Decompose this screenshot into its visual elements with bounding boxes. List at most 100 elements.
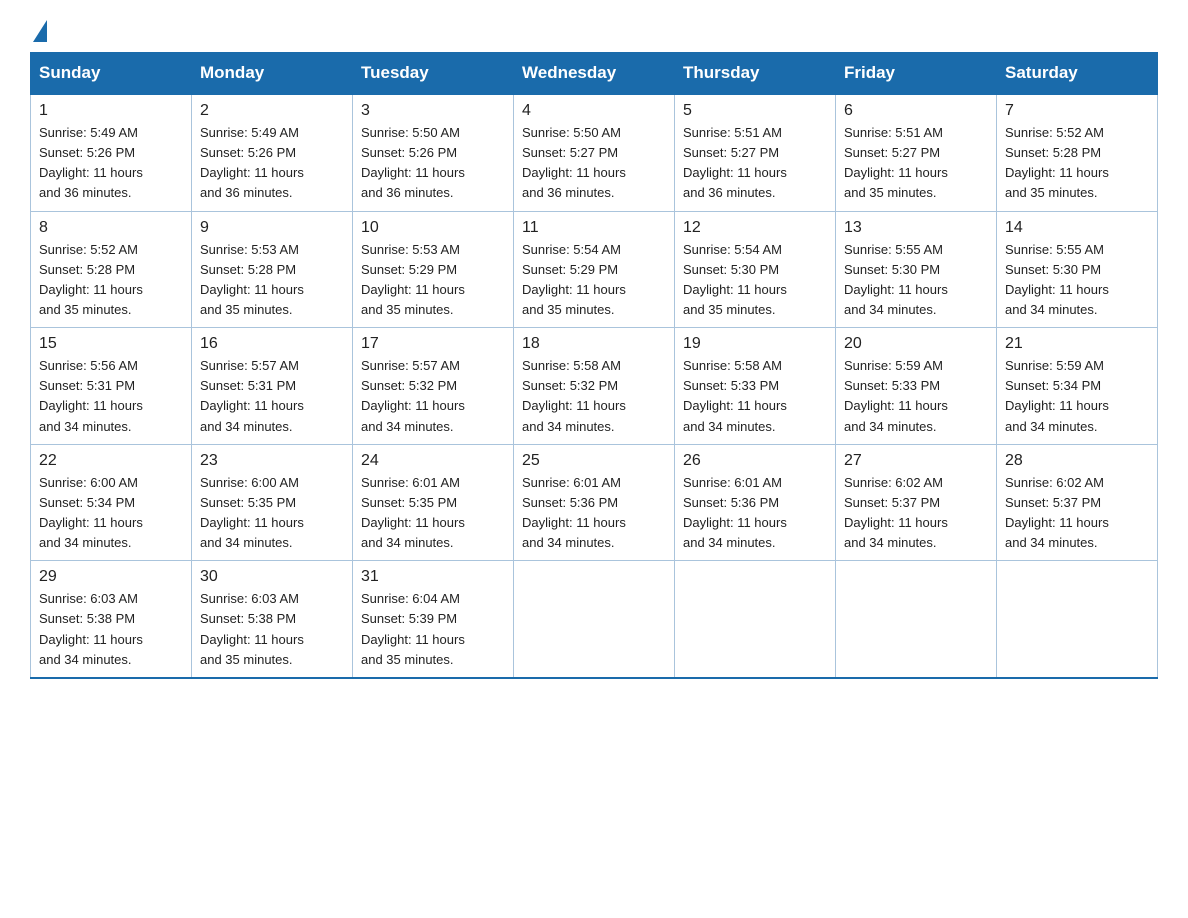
calendar-cell: 26 Sunrise: 6:01 AMSunset: 5:36 PMDayligh… xyxy=(675,444,836,561)
day-number: 8 xyxy=(39,219,183,237)
column-header-monday: Monday xyxy=(192,53,353,95)
calendar-cell: 3 Sunrise: 5:50 AMSunset: 5:26 PMDaylight… xyxy=(353,94,514,211)
day-info: Sunrise: 6:01 AMSunset: 5:36 PMDaylight:… xyxy=(683,473,827,554)
calendar-cell: 29 Sunrise: 6:03 AMSunset: 5:38 PMDayligh… xyxy=(31,561,192,678)
day-number: 17 xyxy=(361,335,505,353)
day-number: 3 xyxy=(361,102,505,120)
day-number: 27 xyxy=(844,452,988,470)
calendar-cell: 7 Sunrise: 5:52 AMSunset: 5:28 PMDaylight… xyxy=(997,94,1158,211)
day-info: Sunrise: 5:49 AMSunset: 5:26 PMDaylight:… xyxy=(39,123,183,204)
day-number: 11 xyxy=(522,219,666,237)
calendar-cell: 11 Sunrise: 5:54 AMSunset: 5:29 PMDayligh… xyxy=(514,211,675,328)
calendar-week-row: 29 Sunrise: 6:03 AMSunset: 5:38 PMDayligh… xyxy=(31,561,1158,678)
day-number: 25 xyxy=(522,452,666,470)
day-info: Sunrise: 5:53 AMSunset: 5:28 PMDaylight:… xyxy=(200,240,344,321)
day-info: Sunrise: 6:01 AMSunset: 5:36 PMDaylight:… xyxy=(522,473,666,554)
column-header-thursday: Thursday xyxy=(675,53,836,95)
day-number: 16 xyxy=(200,335,344,353)
calendar-cell: 22Sunrise: 6:00 AMSunset: 5:34 PMDayligh… xyxy=(31,444,192,561)
day-number: 2 xyxy=(200,102,344,120)
day-number: 9 xyxy=(200,219,344,237)
calendar-cell: 24 Sunrise: 6:01 AMSunset: 5:35 PMDayligh… xyxy=(353,444,514,561)
calendar-cell: 28Sunrise: 6:02 AMSunset: 5:37 PMDayligh… xyxy=(997,444,1158,561)
day-number: 13 xyxy=(844,219,988,237)
day-number: 30 xyxy=(200,568,344,586)
column-header-friday: Friday xyxy=(836,53,997,95)
day-info: Sunrise: 6:03 AMSunset: 5:38 PMDaylight:… xyxy=(39,589,183,670)
calendar-cell: 16 Sunrise: 5:57 AMSunset: 5:31 PMDayligh… xyxy=(192,328,353,445)
calendar-cell: 14Sunrise: 5:55 AMSunset: 5:30 PMDayligh… xyxy=(997,211,1158,328)
calendar-cell: 31 Sunrise: 6:04 AMSunset: 5:39 PMDayligh… xyxy=(353,561,514,678)
column-header-sunday: Sunday xyxy=(31,53,192,95)
calendar-header-row: SundayMondayTuesdayWednesdayThursdayFrid… xyxy=(31,53,1158,95)
day-number: 12 xyxy=(683,219,827,237)
calendar-cell: 13 Sunrise: 5:55 AMSunset: 5:30 PMDayligh… xyxy=(836,211,997,328)
logo xyxy=(30,20,49,42)
day-number: 31 xyxy=(361,568,505,586)
day-info: Sunrise: 5:50 AMSunset: 5:27 PMDaylight:… xyxy=(522,123,666,204)
day-info: Sunrise: 5:59 AMSunset: 5:33 PMDaylight:… xyxy=(844,356,988,437)
day-number: 10 xyxy=(361,219,505,237)
column-header-saturday: Saturday xyxy=(997,53,1158,95)
day-info: Sunrise: 5:53 AMSunset: 5:29 PMDaylight:… xyxy=(361,240,505,321)
calendar-cell: 17 Sunrise: 5:57 AMSunset: 5:32 PMDayligh… xyxy=(353,328,514,445)
day-info: Sunrise: 5:57 AMSunset: 5:31 PMDaylight:… xyxy=(200,356,344,437)
calendar-cell: 8Sunrise: 5:52 AMSunset: 5:28 PMDaylight… xyxy=(31,211,192,328)
calendar-week-row: 8Sunrise: 5:52 AMSunset: 5:28 PMDaylight… xyxy=(31,211,1158,328)
day-info: Sunrise: 5:49 AMSunset: 5:26 PMDaylight:… xyxy=(200,123,344,204)
day-info: Sunrise: 5:55 AMSunset: 5:30 PMDaylight:… xyxy=(1005,240,1149,321)
day-info: Sunrise: 6:02 AMSunset: 5:37 PMDaylight:… xyxy=(1005,473,1149,554)
calendar-cell: 2 Sunrise: 5:49 AMSunset: 5:26 PMDaylight… xyxy=(192,94,353,211)
day-info: Sunrise: 5:50 AMSunset: 5:26 PMDaylight:… xyxy=(361,123,505,204)
day-info: Sunrise: 5:54 AMSunset: 5:29 PMDaylight:… xyxy=(522,240,666,321)
calendar-cell: 18 Sunrise: 5:58 AMSunset: 5:32 PMDayligh… xyxy=(514,328,675,445)
calendar-cell: 5 Sunrise: 5:51 AMSunset: 5:27 PMDaylight… xyxy=(675,94,836,211)
calendar-week-row: 15 Sunrise: 5:56 AMSunset: 5:31 PMDayligh… xyxy=(31,328,1158,445)
day-info: Sunrise: 5:59 AMSunset: 5:34 PMDaylight:… xyxy=(1005,356,1149,437)
calendar-cell xyxy=(675,561,836,678)
calendar-cell: 15 Sunrise: 5:56 AMSunset: 5:31 PMDayligh… xyxy=(31,328,192,445)
calendar-cell: 6 Sunrise: 5:51 AMSunset: 5:27 PMDaylight… xyxy=(836,94,997,211)
calendar-cell xyxy=(836,561,997,678)
day-info: Sunrise: 6:00 AMSunset: 5:35 PMDaylight:… xyxy=(200,473,344,554)
calendar-cell: 30 Sunrise: 6:03 AMSunset: 5:38 PMDayligh… xyxy=(192,561,353,678)
calendar-cell: 10 Sunrise: 5:53 AMSunset: 5:29 PMDayligh… xyxy=(353,211,514,328)
day-number: 7 xyxy=(1005,102,1149,120)
calendar-cell: 4 Sunrise: 5:50 AMSunset: 5:27 PMDaylight… xyxy=(514,94,675,211)
calendar-cell: 1Sunrise: 5:49 AMSunset: 5:26 PMDaylight… xyxy=(31,94,192,211)
day-info: Sunrise: 5:55 AMSunset: 5:30 PMDaylight:… xyxy=(844,240,988,321)
column-header-wednesday: Wednesday xyxy=(514,53,675,95)
day-number: 19 xyxy=(683,335,827,353)
day-info: Sunrise: 6:04 AMSunset: 5:39 PMDaylight:… xyxy=(361,589,505,670)
calendar-week-row: 22Sunrise: 6:00 AMSunset: 5:34 PMDayligh… xyxy=(31,444,1158,561)
day-number: 24 xyxy=(361,452,505,470)
day-info: Sunrise: 5:54 AMSunset: 5:30 PMDaylight:… xyxy=(683,240,827,321)
day-number: 18 xyxy=(522,335,666,353)
day-number: 5 xyxy=(683,102,827,120)
day-info: Sunrise: 5:58 AMSunset: 5:32 PMDaylight:… xyxy=(522,356,666,437)
day-info: Sunrise: 5:51 AMSunset: 5:27 PMDaylight:… xyxy=(683,123,827,204)
day-number: 29 xyxy=(39,568,183,586)
day-info: Sunrise: 5:52 AMSunset: 5:28 PMDaylight:… xyxy=(1005,123,1149,204)
day-number: 15 xyxy=(39,335,183,353)
day-info: Sunrise: 6:02 AMSunset: 5:37 PMDaylight:… xyxy=(844,473,988,554)
calendar-week-row: 1Sunrise: 5:49 AMSunset: 5:26 PMDaylight… xyxy=(31,94,1158,211)
day-info: Sunrise: 5:57 AMSunset: 5:32 PMDaylight:… xyxy=(361,356,505,437)
calendar-cell: 27 Sunrise: 6:02 AMSunset: 5:37 PMDayligh… xyxy=(836,444,997,561)
day-info: Sunrise: 5:56 AMSunset: 5:31 PMDaylight:… xyxy=(39,356,183,437)
column-header-tuesday: Tuesday xyxy=(353,53,514,95)
day-number: 26 xyxy=(683,452,827,470)
day-info: Sunrise: 5:51 AMSunset: 5:27 PMDaylight:… xyxy=(844,123,988,204)
day-number: 6 xyxy=(844,102,988,120)
calendar-cell: 9 Sunrise: 5:53 AMSunset: 5:28 PMDaylight… xyxy=(192,211,353,328)
day-number: 4 xyxy=(522,102,666,120)
day-info: Sunrise: 6:01 AMSunset: 5:35 PMDaylight:… xyxy=(361,473,505,554)
day-number: 21 xyxy=(1005,335,1149,353)
day-number: 22 xyxy=(39,452,183,470)
day-info: Sunrise: 5:58 AMSunset: 5:33 PMDaylight:… xyxy=(683,356,827,437)
calendar-cell: 25 Sunrise: 6:01 AMSunset: 5:36 PMDayligh… xyxy=(514,444,675,561)
day-info: Sunrise: 6:03 AMSunset: 5:38 PMDaylight:… xyxy=(200,589,344,670)
calendar-cell xyxy=(997,561,1158,678)
calendar-cell: 21 Sunrise: 5:59 AMSunset: 5:34 PMDayligh… xyxy=(997,328,1158,445)
calendar-cell: 23Sunrise: 6:00 AMSunset: 5:35 PMDayligh… xyxy=(192,444,353,561)
